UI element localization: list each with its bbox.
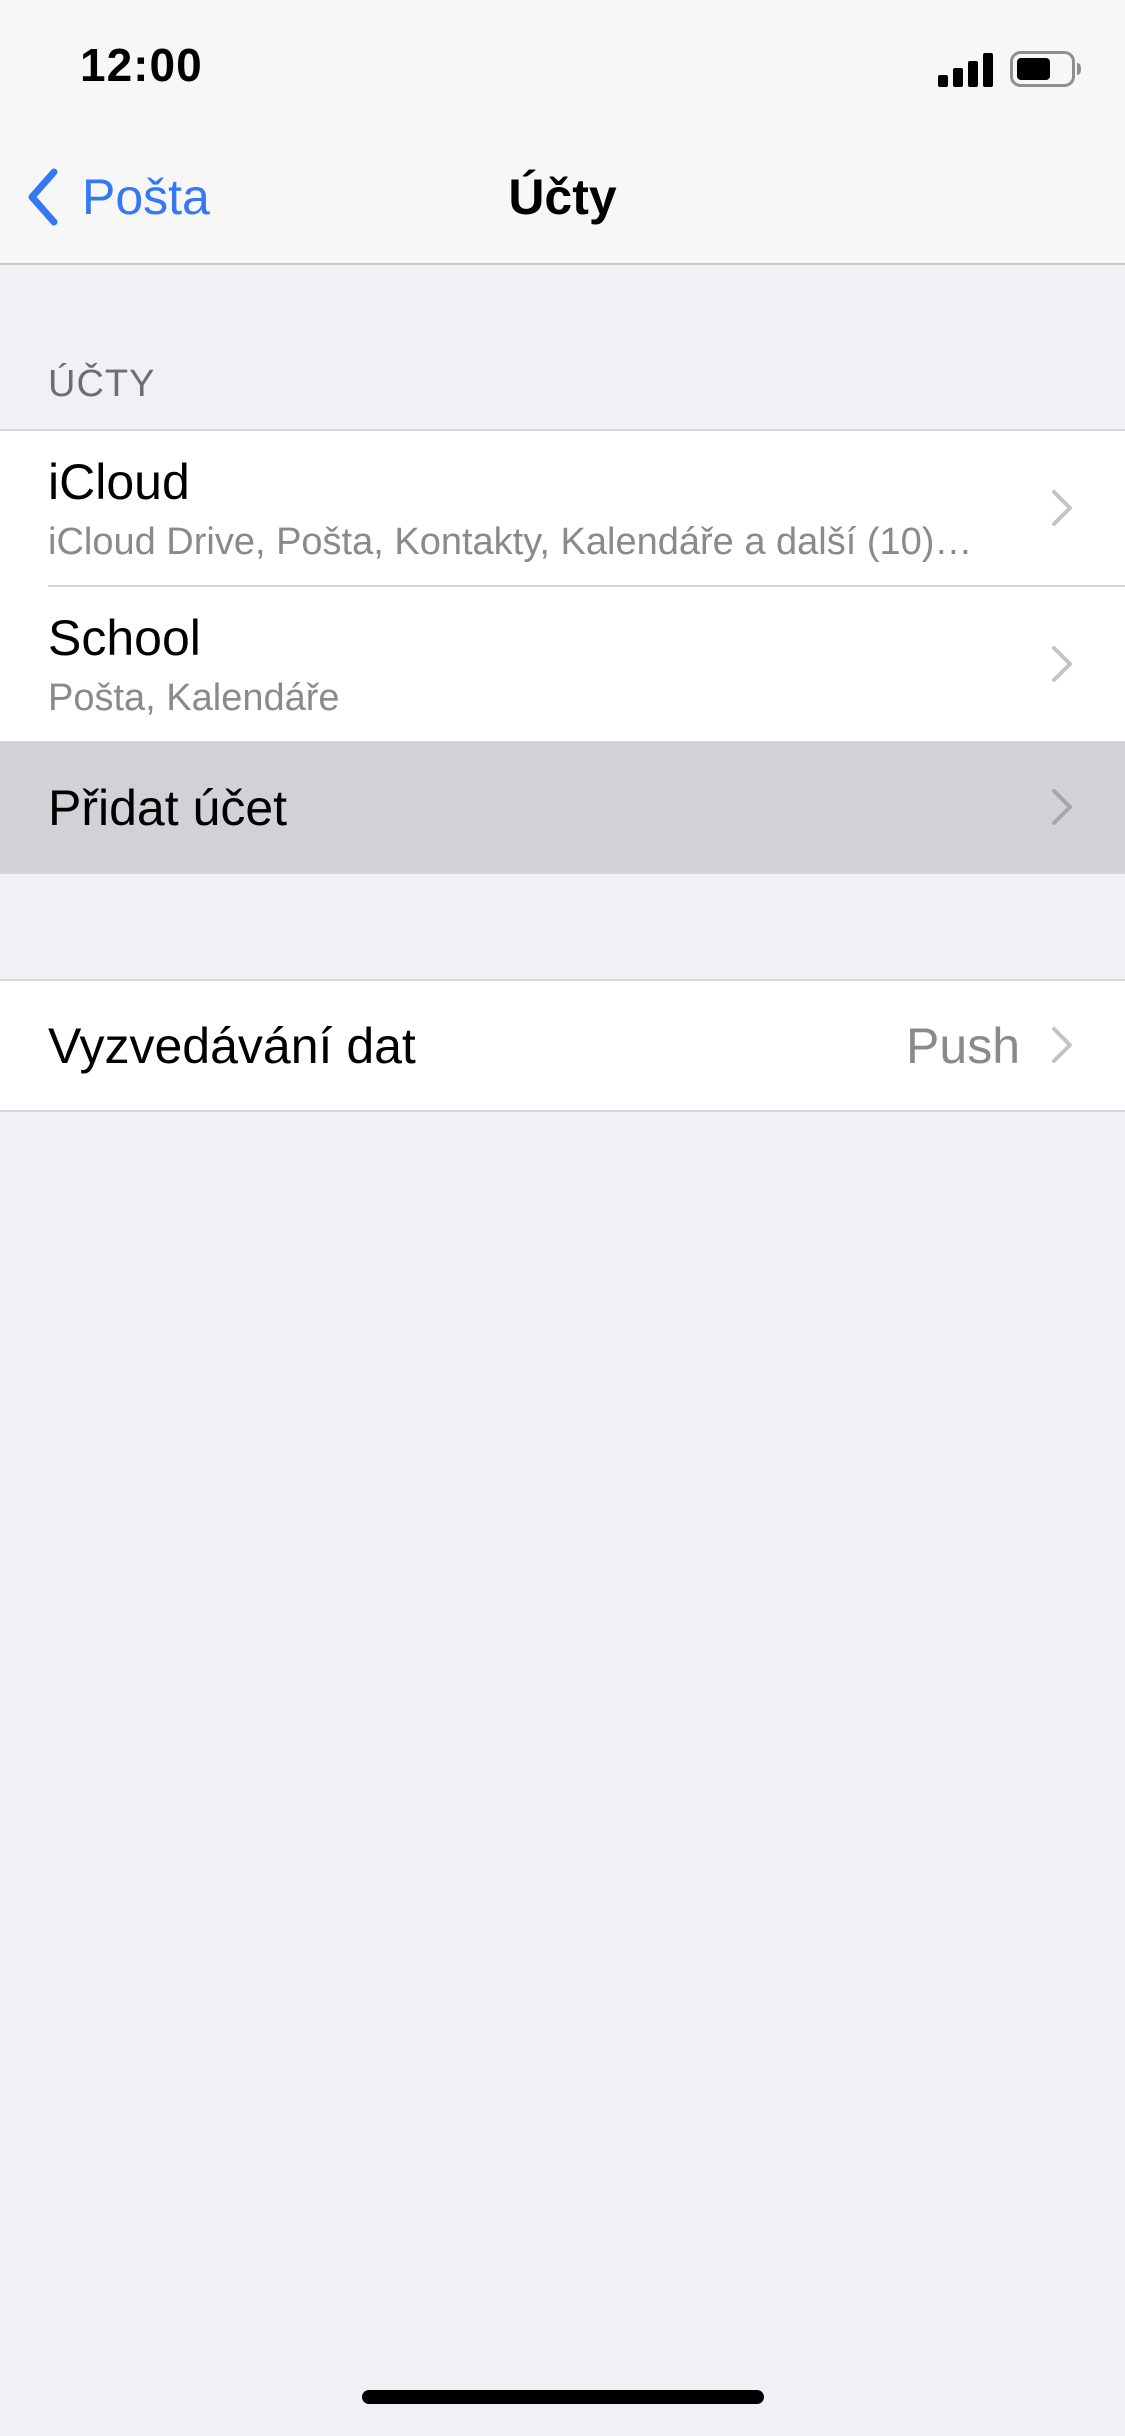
account-subtitle: Pošta, Kalendáře [48,677,340,719]
cellular-signal-icon [938,53,993,87]
account-title: School [48,610,201,666]
account-row-school[interactable]: School Pošta, Kalendáře [0,587,1125,741]
chevron-right-icon [1052,646,1072,682]
navigation-bar: Pošta Účty [0,132,1125,265]
account-subtitle: iCloud Drive, Pošta, Kontakty, Kalendáře… [48,521,973,563]
add-account-row[interactable]: Přidat účet [0,741,1125,872]
fetch-data-row[interactable]: Vyzvedávání dat Push [0,981,1125,1110]
add-account-label: Přidat účet [48,780,288,836]
section-header-accounts: ÚČTY [48,363,156,405]
fetch-data-group: Vyzvedávání dat Push [0,979,1125,1112]
account-title: iCloud [48,454,190,510]
chevron-right-icon [1052,490,1072,526]
status-time: 12:00 [80,39,203,91]
account-row-icloud[interactable]: iCloud iCloud Drive, Pošta, Kontakty, Ka… [0,431,1125,585]
page-title: Účty [508,169,617,225]
fetch-data-label: Vyzvedávání dat [48,1018,416,1074]
chevron-right-icon [1052,789,1072,825]
status-bar: 12:00 [0,0,1125,132]
fetch-data-value: Push [906,1018,1020,1074]
chevron-right-icon [1052,1027,1072,1063]
home-indicator[interactable] [362,2390,764,2404]
battery-icon [1010,51,1081,87]
accounts-list: iCloud iCloud Drive, Pošta, Kontakty, Ka… [0,429,1125,874]
